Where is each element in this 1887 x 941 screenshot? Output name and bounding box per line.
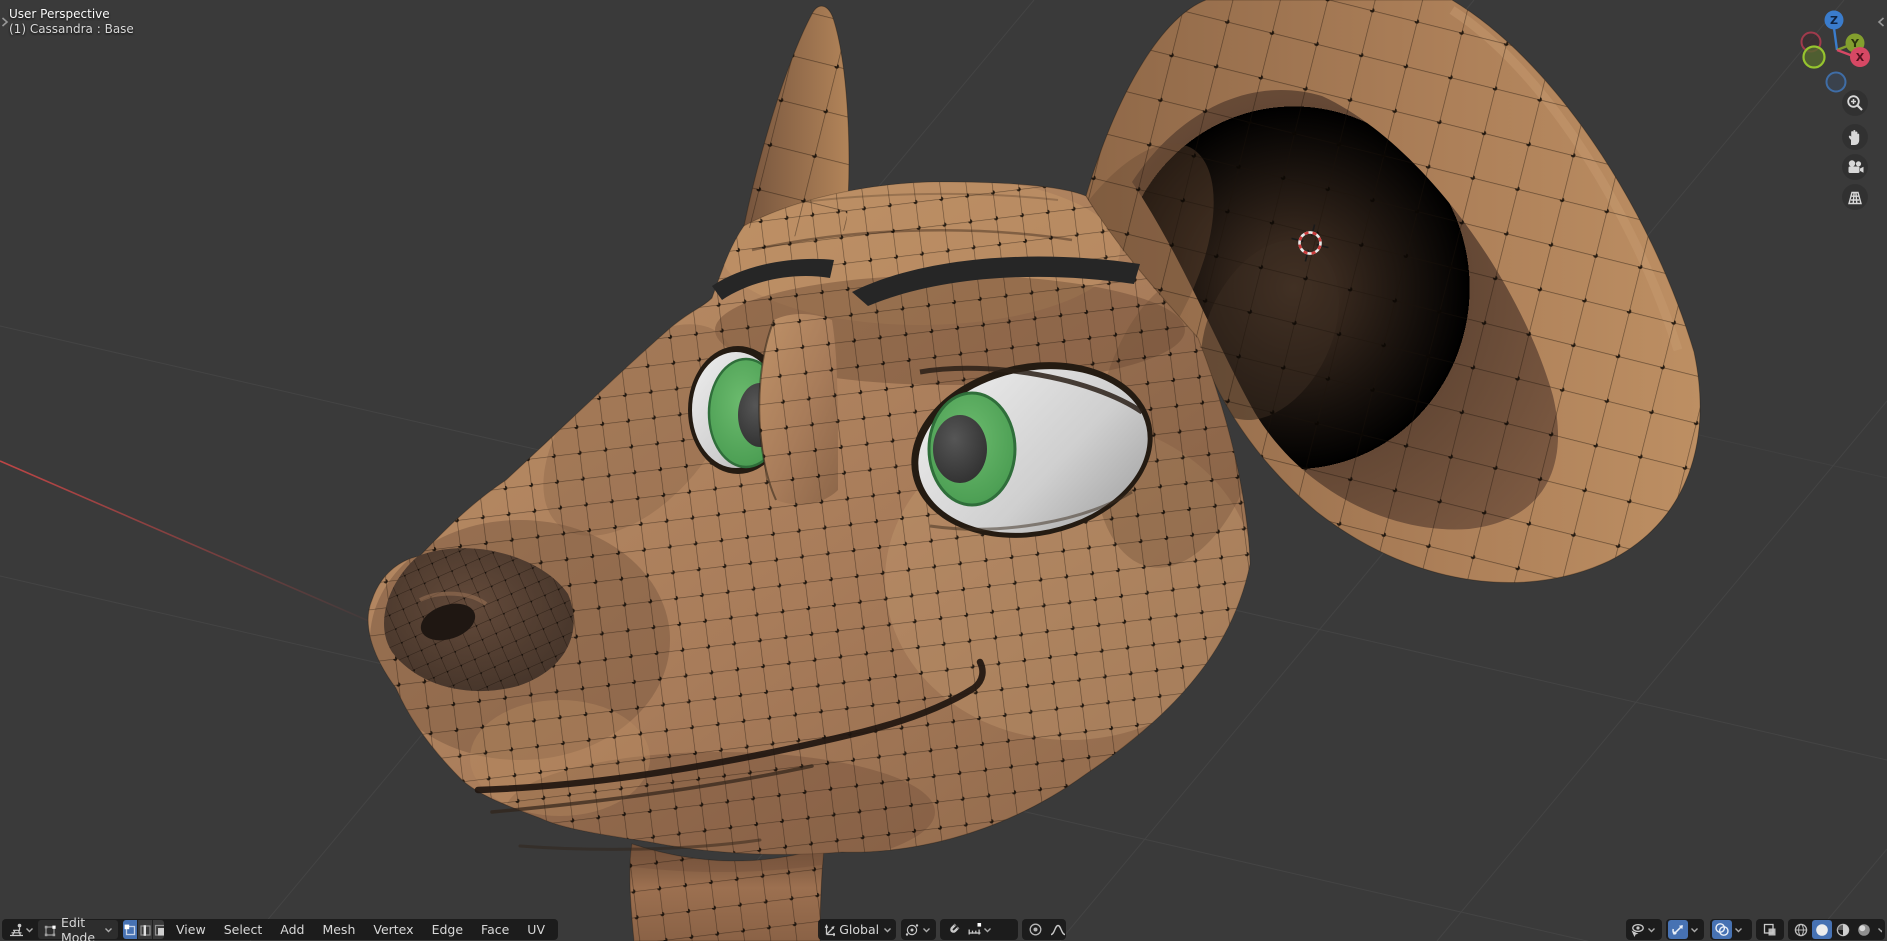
menu-mesh[interactable]: Mesh: [313, 919, 364, 940]
chevron-down-icon: [105, 927, 113, 932]
active-object-label: (1) Cassandra : Base: [9, 22, 134, 36]
vertex-select-icon: [124, 924, 136, 935]
mode-label: Edit Mode: [61, 914, 96, 941]
orthographic-toggle-button[interactable]: [1842, 184, 1868, 210]
solid-shading-icon: [1816, 923, 1828, 936]
magnet-icon: [950, 923, 960, 933]
perspective-grid-icon: [1848, 191, 1862, 205]
proportional-circle-icon: [1029, 923, 1042, 936]
orientation-label: Global: [839, 922, 880, 937]
face-select-button[interactable]: [153, 920, 165, 939]
menu-vertex[interactable]: Vertex: [364, 919, 422, 940]
character-mesh: [367, 0, 1701, 941]
wireframe-shading-icon: [1794, 923, 1808, 936]
perspective-label: User Perspective: [9, 7, 110, 21]
orientation-axes-icon: [824, 923, 836, 936]
pan-button[interactable]: [1842, 124, 1868, 150]
edge-select-icon: [140, 924, 151, 936]
shading-material-button[interactable]: [1833, 920, 1853, 939]
menu-add[interactable]: Add: [271, 919, 313, 940]
pivot-point-dropdown[interactable]: [901, 919, 936, 940]
snap-toggle[interactable]: [944, 920, 963, 939]
menu-face[interactable]: Face: [472, 919, 518, 940]
snap-target-dropdown[interactable]: [965, 920, 994, 939]
axis-gizmo[interactable]: Y X Z: [1793, 5, 1885, 97]
visibility-eye-icon: [1631, 923, 1644, 937]
proportional-falloff-dropdown[interactable]: [1048, 920, 1068, 939]
snap-increment-icon: [968, 923, 982, 935]
pivot-point-icon: [905, 923, 919, 936]
shading-wireframe-button[interactable]: [1791, 920, 1811, 939]
chevron-down-icon: [1735, 927, 1742, 932]
svg-text:X: X: [1856, 51, 1865, 64]
chevron-down-icon: [26, 927, 33, 932]
proportional-edit-toggle[interactable]: [1026, 920, 1045, 939]
falloff-curve-icon: [1050, 924, 1066, 936]
camera-view-button[interactable]: [1842, 154, 1868, 180]
x-axis-line: [0, 460, 386, 629]
menu-view[interactable]: View: [167, 919, 215, 940]
viewport-header-left: Edit Mode View Select Add Mesh Vertex Ed…: [2, 915, 558, 941]
show-gizmo-toggle[interactable]: [1668, 920, 1688, 939]
gizmo-icon: [1671, 924, 1683, 935]
blender-3d-viewport: User Perspective (1) Cassandra : Base Y …: [0, 0, 1887, 941]
axis-negative-y-handle[interactable]: [1802, 45, 1826, 69]
xray-toggle[interactable]: [1756, 919, 1784, 940]
chevron-down-icon: [984, 927, 991, 932]
chevron-down-icon: [1878, 927, 1882, 932]
overlays-group: [1710, 919, 1752, 940]
mode-dropdown[interactable]: Edit Mode: [38, 915, 119, 941]
axis-negative-z-handle[interactable]: [1825, 71, 1847, 93]
edit-mode-icon: [44, 925, 56, 936]
zoom-button[interactable]: [1842, 90, 1868, 116]
viewport-canvas[interactable]: [0, 0, 1887, 941]
transform-orientation-dropdown[interactable]: Global: [818, 919, 896, 940]
menu-edge[interactable]: Edge: [423, 919, 472, 940]
svg-text:Z: Z: [1830, 14, 1838, 27]
toolbar-expand-icon[interactable]: [0, 16, 9, 28]
camera-icon: [1848, 160, 1864, 173]
overlays-icon: [1715, 923, 1729, 936]
3d-viewport-editor-icon: [10, 923, 23, 936]
object-visibility-dropdown[interactable]: [1626, 919, 1662, 940]
gizmo-group: [1666, 919, 1704, 940]
menu-select[interactable]: Select: [215, 919, 272, 940]
select-mode-group: [123, 920, 165, 939]
hand-icon: [1848, 130, 1860, 145]
axis-x-handle[interactable]: X: [1850, 47, 1870, 67]
editor-type-button[interactable]: [6, 920, 36, 939]
show-overlays-toggle[interactable]: [1712, 920, 1732, 939]
face-select-icon: [154, 924, 165, 936]
snapping-group: [940, 919, 1018, 940]
rendered-shading-icon: [1858, 923, 1870, 936]
chevron-down-icon: [923, 927, 930, 932]
zoom-icon: [1847, 95, 1863, 111]
edge-select-button[interactable]: [138, 920, 153, 939]
chevron-down-icon: [884, 927, 891, 932]
material-shading-icon: [1836, 923, 1850, 936]
chevron-down-icon: [1648, 927, 1655, 932]
proportional-edit-group: [1022, 919, 1066, 940]
shading-solid-button[interactable]: [1812, 920, 1832, 939]
vertex-select-button[interactable]: [123, 920, 138, 939]
menu-uv[interactable]: UV: [518, 919, 554, 940]
shading-group: [1788, 919, 1885, 940]
axis-z-handle[interactable]: Z: [1824, 10, 1844, 30]
xray-icon: [1763, 923, 1776, 935]
shading-rendered-button[interactable]: [1854, 920, 1874, 939]
chevron-down-icon: [1691, 927, 1698, 932]
